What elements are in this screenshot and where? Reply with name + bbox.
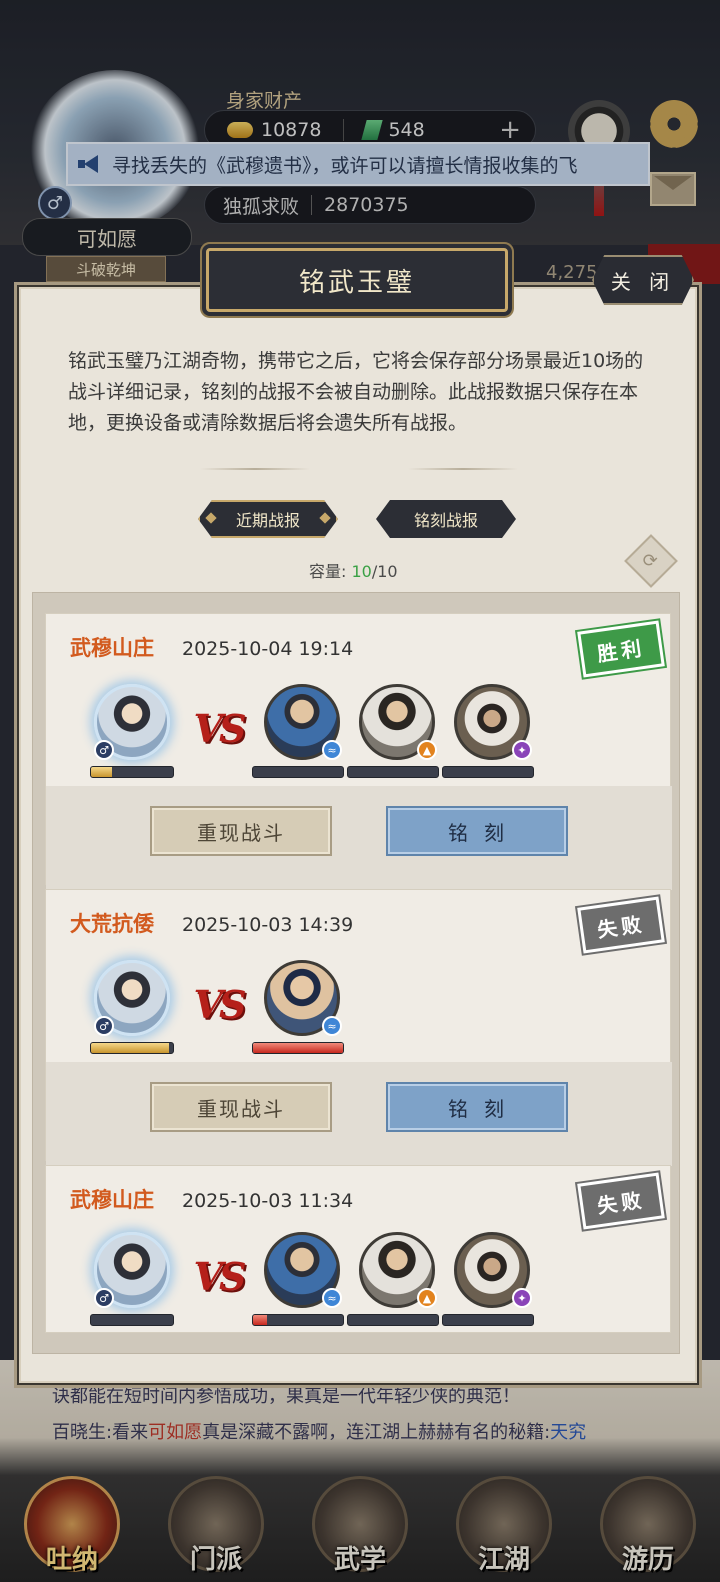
battle-location: 大荒抗倭 <box>70 912 154 936</box>
fire-element-icon: ▲ <box>417 1288 437 1308</box>
self-fighter[interactable]: ♂ <box>90 960 174 1056</box>
fire-element-icon: ▲ <box>417 740 437 760</box>
hp-bar <box>347 766 439 778</box>
hp-bar <box>90 1314 174 1326</box>
result-stamp-lose: 失败 <box>577 1172 665 1230</box>
refresh-icon: ⟳ <box>643 550 659 572</box>
water-element-icon: ≈ <box>322 740 342 760</box>
replay-battle-button[interactable]: 重现战斗 <box>150 1082 332 1132</box>
enemy-fighter[interactable]: ✦ <box>442 1232 534 1328</box>
engrave-button[interactable]: 铭刻 <box>386 1082 568 1132</box>
enemy-fighter[interactable]: ≈ <box>252 684 344 780</box>
card-header: 武穆山庄 2025-10-04 19:14 <box>70 632 353 662</box>
battle-location: 武穆山庄 <box>70 636 154 660</box>
capacity-total: /10 <box>371 562 398 581</box>
battle-report-card: 武穆山庄 2025-10-04 19:14 胜利 ♂ VS ≈ ▲ ✦ 重现战斗 <box>45 613 672 890</box>
hp-bar <box>252 766 344 778</box>
hp-bar <box>252 1042 344 1054</box>
battle-time: 2025-10-04 19:14 <box>182 638 354 660</box>
hp-fill <box>253 1315 267 1325</box>
capacity-used: 10 <box>351 562 372 581</box>
enemy-fighter[interactable]: ▲ <box>347 684 439 780</box>
self-fighter[interactable]: ♂ <box>90 684 174 780</box>
male-icon: ♂ <box>94 1288 114 1308</box>
vs-icon: VS <box>193 1253 247 1299</box>
modal-title: 铭武玉璧 <box>206 248 508 312</box>
battle-location: 武穆山庄 <box>70 1188 154 1212</box>
card-header: 武穆山庄 2025-10-03 11:34 <box>70 1184 353 1214</box>
enemy-fighter[interactable]: ≈ <box>252 960 344 1056</box>
close-button[interactable]: 关 闭 <box>592 255 694 305</box>
tab-engraved-reports[interactable]: 铭刻战报 <box>376 500 516 538</box>
hp-bar <box>252 1314 344 1326</box>
divider <box>200 468 310 470</box>
modal-description: 铭武玉璧乃江湖奇物，携带它之后，它将会保存部分场景最近10场的战斗详细记录，铭刻… <box>68 350 644 434</box>
enemy-fighter[interactable]: ▲ <box>347 1232 439 1328</box>
hp-fill <box>253 1043 343 1053</box>
hp-bar <box>442 1314 534 1326</box>
vs-icon: VS <box>193 705 247 751</box>
battle-report-list[interactable]: 武穆山庄 2025-10-04 19:14 胜利 ♂ VS ≈ ▲ ✦ 重现战斗 <box>32 592 680 1354</box>
hp-bar <box>442 766 534 778</box>
card-header: 大荒抗倭 2025-10-03 14:39 <box>70 908 353 938</box>
hp-fill <box>91 1043 169 1053</box>
self-fighter[interactable]: ♂ <box>90 1232 174 1328</box>
battle-report-card: 大荒抗倭 2025-10-03 14:39 失败 ♂ VS ≈ 重现战斗 铭刻 <box>45 889 672 1166</box>
hp-bar <box>90 1042 174 1054</box>
hp-bar <box>347 1314 439 1326</box>
replay-battle-button[interactable]: 重现战斗 <box>150 806 332 856</box>
card-actions: 重现战斗 铭刻 <box>46 786 672 890</box>
hp-bar <box>90 766 174 778</box>
capacity-readout: 容量: 10/10 <box>309 558 398 582</box>
poison-element-icon: ✦ <box>512 1288 532 1308</box>
male-icon: ♂ <box>94 740 114 760</box>
battle-time: 2025-10-03 14:39 <box>182 914 354 936</box>
vs-icon: VS <box>193 981 247 1027</box>
enemy-fighter[interactable]: ≈ <box>252 1232 344 1328</box>
poison-element-icon: ✦ <box>512 740 532 760</box>
result-stamp-lose: 失败 <box>577 896 665 954</box>
hp-fill <box>91 767 112 777</box>
enemy-fighter[interactable]: ✦ <box>442 684 534 780</box>
result-stamp-win: 胜利 <box>577 620 665 678</box>
tab-recent-reports[interactable]: 近期战报 <box>198 500 338 538</box>
card-actions: 重现战斗 铭刻 <box>46 1062 672 1166</box>
divider <box>408 468 518 470</box>
water-element-icon: ≈ <box>322 1288 342 1308</box>
battle-report-card: 武穆山庄 2025-10-03 11:34 失败 ♂ VS ≈ ▲ ✦ <box>45 1165 671 1333</box>
engrave-button[interactable]: 铭刻 <box>386 806 568 856</box>
water-element-icon: ≈ <box>322 1016 342 1036</box>
male-icon: ♂ <box>94 1016 114 1036</box>
battle-time: 2025-10-03 11:34 <box>182 1190 354 1212</box>
capacity-label: 容量: <box>309 562 347 581</box>
